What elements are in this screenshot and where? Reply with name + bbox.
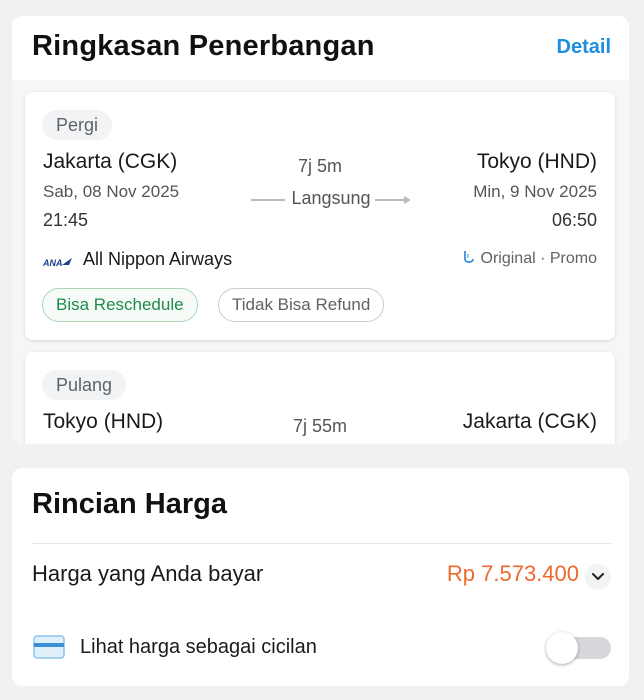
fare-class-icon — [463, 251, 474, 263]
flight-summary-header: Ringkasan Penerbangan Detail — [12, 16, 629, 80]
price-details-title: Rincian Harga — [32, 488, 227, 520]
return-flight-card[interactable]: Pulang Tokyo (HND) 7j 55m Jakarta (CGK) — [25, 352, 615, 444]
credit-card-icon — [33, 635, 65, 659]
refund-tag[interactable]: Tidak Bisa Refund — [218, 288, 385, 322]
outbound-route-line: Langsung — [251, 188, 411, 212]
outbound-stops: Langsung — [291, 188, 371, 208]
return-direction-badge: Pulang — [42, 370, 127, 400]
price-details-card: Rincian Harga Harga yang Anda bayar Rp 7… — [12, 468, 629, 686]
installment-label: Lihat harga sebagai cicilan — [80, 636, 317, 658]
fare-info: Original · Promo — [463, 250, 597, 268]
outbound-dest-city: Tokyo (HND) — [476, 150, 597, 173]
total-price-label: Harga yang Anda bayar — [32, 561, 264, 586]
installment-toggle[interactable] — [546, 632, 611, 664]
fare-type: Original · Promo — [480, 250, 597, 267]
outbound-origin-date: Sab, 08 Nov 2025 — [43, 182, 180, 201]
flight-summary-card: Ringkasan Penerbangan Detail Pergi Jakar… — [12, 16, 629, 444]
route-arrow-icon — [404, 196, 411, 204]
total-price-value[interactable]: Rp 7.573.400 — [447, 561, 579, 587]
outbound-dest-date: Min, 9 Nov 2025 — [473, 182, 597, 201]
toggle-knob — [546, 632, 578, 664]
detail-link[interactable]: Detail — [557, 36, 611, 59]
chevron-down-icon[interactable] — [585, 564, 611, 590]
airline-name: All Nippon Airways — [83, 249, 233, 269]
ana-logo-icon: ANA — [43, 258, 72, 268]
svg-text:ANA: ANA — [43, 258, 63, 268]
outbound-origin-time: 21:45 — [43, 210, 89, 230]
outbound-direction-badge: Pergi — [42, 110, 113, 140]
outbound-dest-time: 06:50 — [551, 210, 597, 230]
outbound-flight-card[interactable]: Pergi Jakarta (CGK) Sab, 08 Nov 2025 21:… — [25, 92, 615, 340]
reschedule-tag[interactable]: Bisa Reschedule — [42, 288, 198, 322]
return-dest-city: Jakarta (CGK) — [462, 410, 597, 433]
divider — [32, 543, 611, 544]
flight-summary-title: Ringkasan Penerbangan — [32, 30, 375, 62]
